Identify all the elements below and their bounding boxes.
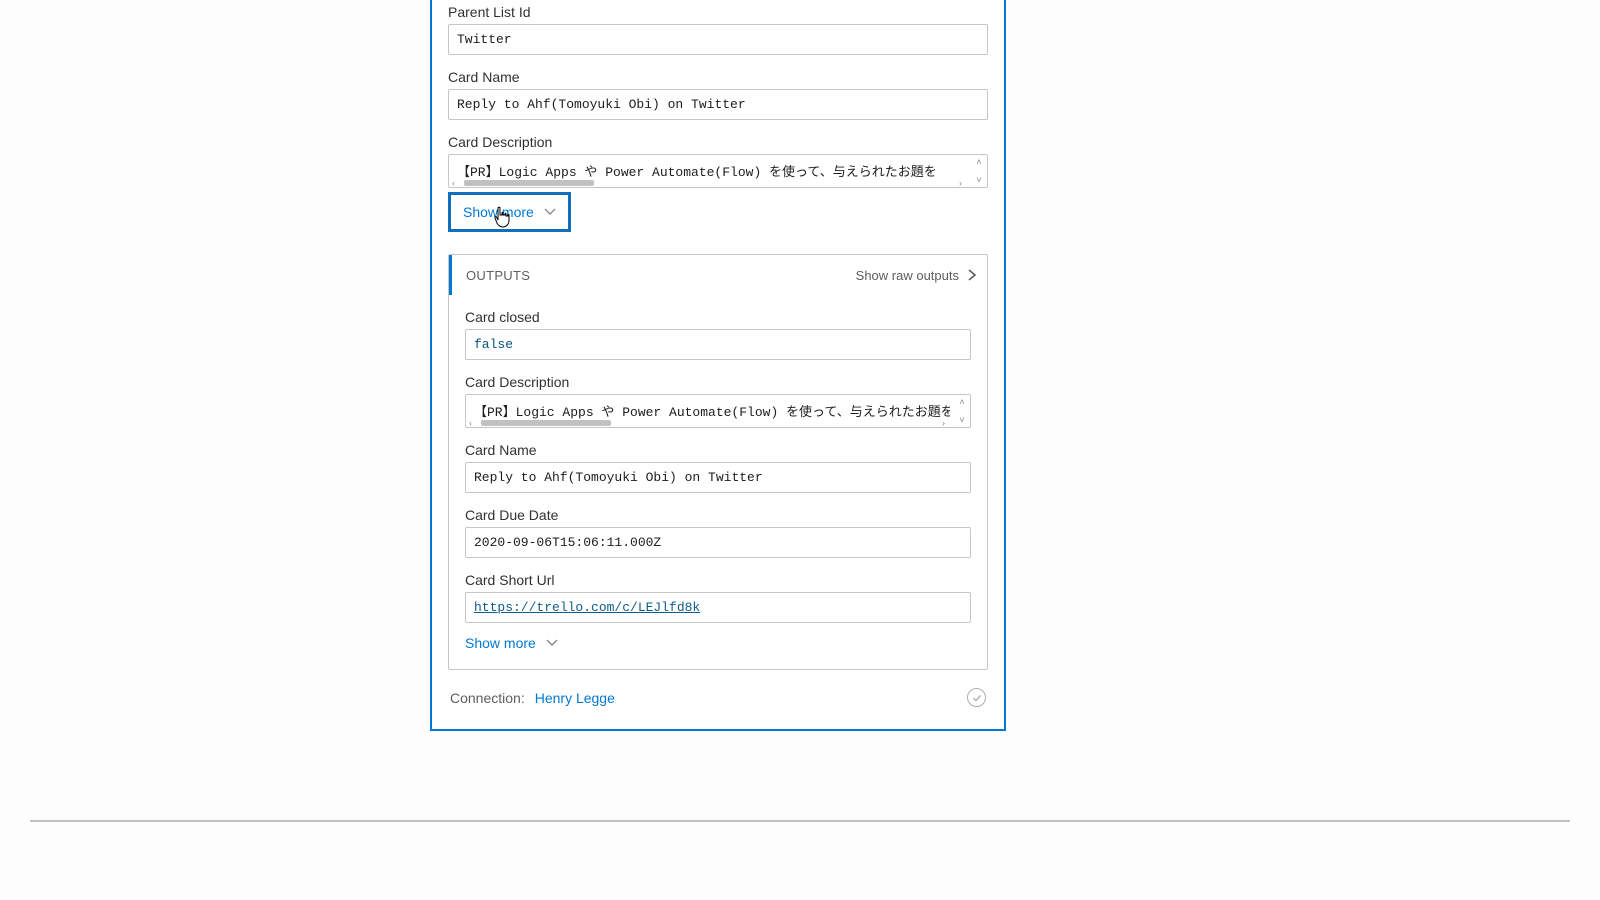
inputs-section: Parent List Id Twitter Card Name Reply t… xyxy=(432,4,1004,238)
connection-row: Connection: Henry Legge xyxy=(432,670,1004,723)
h-scrollbar[interactable]: ‹ › xyxy=(469,418,950,427)
outputs-section: OUTPUTS Show raw outputs Card closed fal… xyxy=(448,254,988,670)
h-scrollbar[interactable]: ‹ › xyxy=(452,178,967,187)
action-details-card: Parent List Id Twitter Card Name Reply t… xyxy=(430,0,1006,731)
v-scrollbar[interactable]: ˄ ˅ xyxy=(955,396,969,426)
h-scroll-thumb[interactable] xyxy=(481,420,611,426)
chevron-up-icon[interactable]: ˄ xyxy=(955,396,969,408)
chevron-left-icon[interactable]: ‹ xyxy=(452,179,460,187)
checkmark-icon xyxy=(967,688,986,707)
outputs-header: OUTPUTS Show raw outputs xyxy=(449,255,987,295)
value-parent-list-id[interactable]: Twitter xyxy=(448,24,988,55)
value-output-card-name[interactable]: Reply to Ahf(Tomoyuki Obi) on Twitter xyxy=(465,462,971,493)
divider xyxy=(30,820,1570,822)
value-card-due-date[interactable]: 2020-09-06T15:06:11.000Z xyxy=(465,527,971,558)
chevron-down-icon[interactable]: ˅ xyxy=(955,414,969,426)
chevron-right-icon xyxy=(967,268,977,282)
outputs-title: OUTPUTS xyxy=(466,268,530,283)
show-raw-outputs-label: Show raw outputs xyxy=(856,268,959,283)
label-card-due-date: Card Due Date xyxy=(465,507,971,523)
label-output-card-description: Card Description xyxy=(465,374,971,390)
chevron-right-icon[interactable]: › xyxy=(942,419,950,427)
show-more-label: Show more xyxy=(465,635,536,651)
value-output-card-description[interactable]: 【PR】Logic Apps や Power Automate(Flow) を使… xyxy=(465,394,971,428)
h-scroll-thumb[interactable] xyxy=(464,180,594,186)
show-more-outputs-button[interactable]: Show more xyxy=(465,623,572,663)
label-output-card-name: Card Name xyxy=(465,442,971,458)
show-more-label: Show more xyxy=(463,204,534,220)
value-input-card-description[interactable]: 【PR】Logic Apps や Power Automate(Flow) を使… xyxy=(448,154,988,188)
value-card-closed[interactable]: false xyxy=(465,329,971,360)
value-card-short-url[interactable]: https://trello.com/c/LEJlfd8k xyxy=(465,592,971,623)
value-input-card-name[interactable]: Reply to Ahf(Tomoyuki Obi) on Twitter xyxy=(448,89,988,120)
v-scrollbar[interactable]: ˄ ˅ xyxy=(972,156,986,186)
chevron-down-icon xyxy=(546,638,558,648)
connection-name-link[interactable]: Henry Legge xyxy=(535,690,615,706)
show-raw-outputs-button[interactable]: Show raw outputs xyxy=(856,268,977,283)
chevron-down-icon xyxy=(544,207,556,217)
connection-label: Connection: xyxy=(450,690,525,706)
chevron-down-icon[interactable]: ˅ xyxy=(972,174,986,186)
label-card-closed: Card closed xyxy=(465,309,971,325)
label-input-card-description: Card Description xyxy=(448,134,988,150)
chevron-left-icon[interactable]: ‹ xyxy=(469,419,477,427)
show-more-inputs-button[interactable]: Show more xyxy=(448,192,571,232)
label-card-short-url: Card Short Url xyxy=(465,572,971,588)
chevron-right-icon[interactable]: › xyxy=(959,179,967,187)
chevron-up-icon[interactable]: ˄ xyxy=(972,156,986,168)
label-parent-list-id: Parent List Id xyxy=(448,4,988,20)
label-input-card-name: Card Name xyxy=(448,69,988,85)
